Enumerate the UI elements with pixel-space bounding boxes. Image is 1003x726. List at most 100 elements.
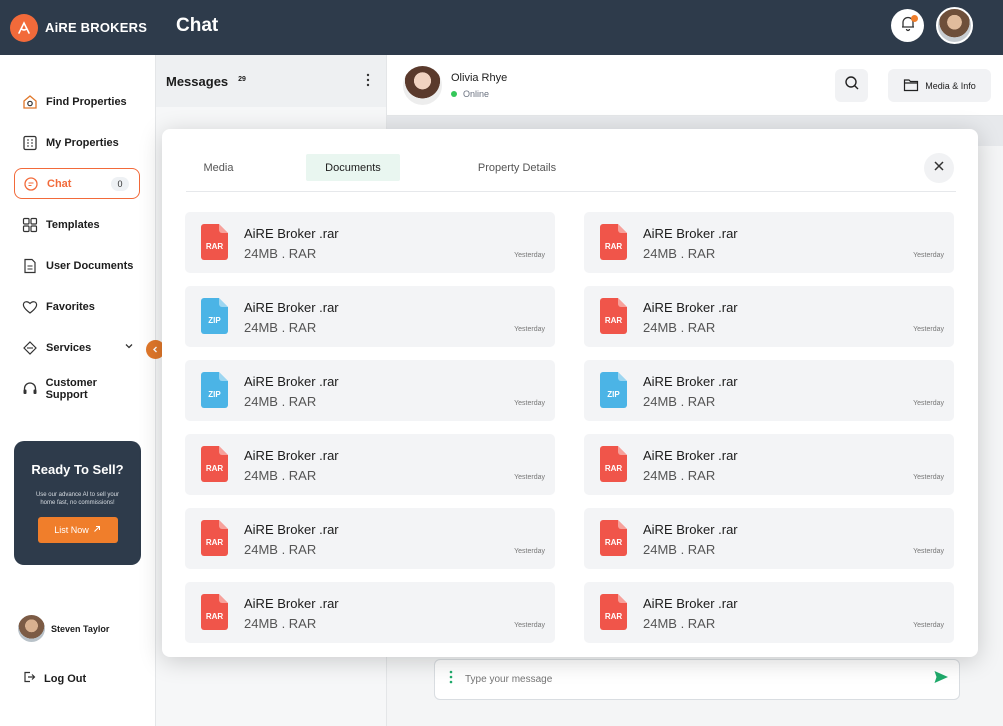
document-timestamp: Yesterday [913,252,944,259]
document-name: AiRE Broker .rar [643,522,738,537]
sidebar-item-label: Services [46,341,92,354]
templates-icon [20,215,40,235]
document-item[interactable]: RAR AiRE Broker .rar 24MB . RAR Yesterda… [185,508,555,569]
send-icon[interactable] [933,669,949,690]
svg-text:RAR: RAR [605,464,623,473]
promo-text: Use our advance AI to sell your home fas… [35,492,120,506]
svg-text:ZIP: ZIP [607,390,620,399]
svg-text:ZIP: ZIP [208,390,221,399]
document-name: AiRE Broker .rar [244,300,339,315]
sidebar-item-customer-support[interactable]: Customer Support [14,373,140,404]
list-now-button[interactable]: List Now [37,517,118,543]
sidebar-item-label: Templates [46,218,100,231]
document-item[interactable]: RAR AiRE Broker .rar 24MB . RAR Yesterda… [584,286,954,347]
search-icon [844,75,860,96]
document-meta: 24MB . RAR [244,394,317,409]
user-profile[interactable]: Steven Taylor [18,615,109,642]
document-icon [20,256,40,276]
close-button[interactable] [924,153,954,183]
more-options-icon[interactable] [449,670,453,689]
logout-icon [22,670,36,687]
promo-card: Ready To Sell? Use our advance AI to sel… [14,441,141,565]
modal-tabs: Media Documents Property Details [186,154,956,192]
online-indicator [451,91,457,97]
tab-media[interactable]: Media [186,154,251,181]
chevron-down-icon[interactable] [124,341,134,354]
chevron-left-icon [151,341,160,359]
document-item[interactable]: RAR AiRE Broker .rar 24MB . RAR Yesterda… [185,582,555,643]
document-timestamp: Yesterday [913,400,944,407]
document-meta: 24MB . RAR [643,616,716,631]
rar-file-icon: RAR [600,224,627,265]
sidebar-item-my-properties[interactable]: My Properties [14,127,140,158]
search-button[interactable] [835,69,868,102]
rar-file-icon: RAR [600,520,627,561]
document-meta: 24MB . RAR [643,246,716,261]
rar-file-icon: RAR [201,224,228,265]
document-meta: 24MB . RAR [244,468,317,483]
tab-documents[interactable]: Documents [306,154,400,181]
document-timestamp: Yesterday [913,326,944,333]
contact-name: Olivia Rhye [451,72,508,84]
document-name: AiRE Broker .rar [244,448,339,463]
sidebar-item-find-properties[interactable]: Find Properties [14,86,140,117]
chat-icon [21,174,41,194]
document-item[interactable]: RAR AiRE Broker .rar 24MB . RAR Yesterda… [584,434,954,495]
document-timestamp: Yesterday [913,474,944,481]
document-item[interactable]: ZIP AiRE Broker .rar 24MB . RAR Yesterda… [185,360,555,421]
user-name: Steven Taylor [51,623,110,634]
document-item[interactable]: RAR AiRE Broker .rar 24MB . RAR Yesterda… [185,212,555,273]
media-info-modal: Media Documents Property Details RAR AiR… [162,129,978,657]
documents-grid: RAR AiRE Broker .rar 24MB . RAR Yesterda… [185,212,955,643]
document-item[interactable]: ZIP AiRE Broker .rar 24MB . RAR Yesterda… [185,286,555,347]
sidebar-item-services[interactable]: Services [14,332,140,363]
document-name: AiRE Broker .rar [643,374,738,389]
message-input[interactable] [465,674,933,685]
svg-text:RAR: RAR [605,612,623,621]
document-name: AiRE Broker .rar [244,596,339,611]
document-timestamp: Yesterday [514,548,545,555]
tab-property-details[interactable]: Property Details [468,154,566,181]
notifications-button[interactable] [891,9,924,42]
document-item[interactable]: RAR AiRE Broker .rar 24MB . RAR Yesterda… [584,582,954,643]
close-icon [933,159,945,177]
sidebar-item-label: Favorites [46,300,95,313]
document-meta: 24MB . RAR [244,542,317,557]
document-meta: 24MB . RAR [643,394,716,409]
top-bar: Chat [156,0,1003,55]
document-timestamp: Yesterday [913,622,944,629]
more-options-icon[interactable] [366,73,370,92]
document-item[interactable]: RAR AiRE Broker .rar 24MB . RAR Yesterda… [584,212,954,273]
document-timestamp: Yesterday [514,252,545,259]
rar-file-icon: RAR [201,446,228,487]
document-meta: 24MB . RAR [643,468,716,483]
messages-header: Messages 29 [156,55,386,107]
sidebar-item-chat[interactable]: Chat 0 [14,168,140,199]
document-timestamp: Yesterday [514,326,545,333]
document-name: AiRE Broker .rar [244,374,339,389]
sidebar-item-templates[interactable]: Templates [14,209,140,240]
sidebar-item-label: My Properties [46,136,119,149]
home-search-icon [20,92,40,112]
heart-icon [20,297,40,317]
messages-title: Messages [166,73,229,89]
avatar [18,615,45,642]
document-item[interactable]: RAR AiRE Broker .rar 24MB . RAR Yesterda… [185,434,555,495]
page-title: Chat [176,15,219,36]
document-item[interactable]: ZIP AiRE Broker .rar 24MB . RAR Yesterda… [584,360,954,421]
media-info-button[interactable]: Media & Info [888,69,991,102]
sidebar-item-user-documents[interactable]: User Documents [14,250,140,281]
svg-text:RAR: RAR [605,538,623,547]
document-name: AiRE Broker .rar [643,300,738,315]
avatar[interactable] [936,7,973,44]
building-icon [20,133,40,153]
document-name: AiRE Broker .rar [244,226,339,241]
svg-text:RAR: RAR [605,242,623,251]
sidebar-item-label: Customer Support [45,376,97,401]
rar-file-icon: RAR [600,298,627,339]
brand[interactable]: AiRE BROKERS [0,0,156,55]
sidebar-nav: Find Properties My Properties Chat 0 Tem… [14,86,140,414]
logout-button[interactable]: Log Out [22,670,86,687]
sidebar-item-favorites[interactable]: Favorites [14,291,140,322]
document-item[interactable]: RAR AiRE Broker .rar 24MB . RAR Yesterda… [584,508,954,569]
